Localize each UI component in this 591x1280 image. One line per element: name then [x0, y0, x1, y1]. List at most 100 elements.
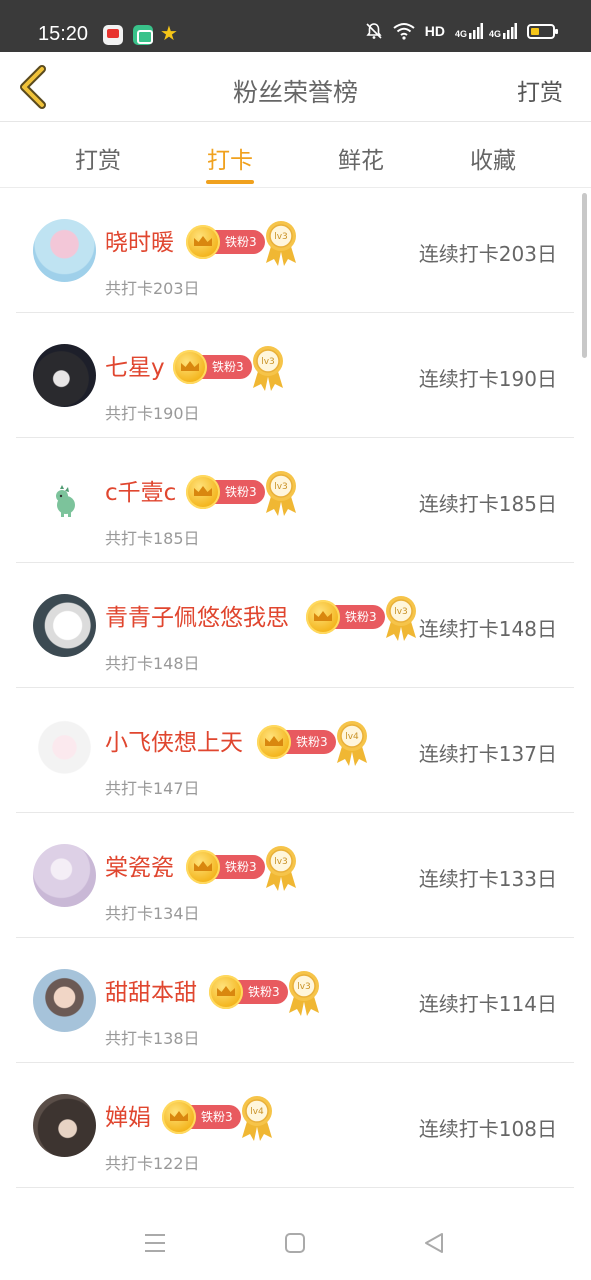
list-item[interactable]: 婵娟 铁粉3 lv4 共打卡122日 连续打卡108日: [16, 1063, 574, 1188]
user-name[interactable]: 青青子佩悠悠我思: [105, 598, 289, 632]
medal-level: lv3: [261, 357, 275, 367]
scrollbar[interactable]: [582, 193, 587, 358]
tab-flowers[interactable]: 鲜花: [311, 141, 411, 175]
medal-level: lv3: [394, 607, 408, 617]
tab-collect[interactable]: 收藏: [443, 141, 543, 175]
fan-badge: 铁粉3: [306, 600, 385, 634]
signal-icon: 4G 4G: [455, 23, 517, 39]
medal-icon: lv3: [266, 221, 296, 266]
total-checkin: 共打卡203日: [105, 279, 200, 298]
medal-level: lv3: [274, 482, 288, 492]
status-time: 15:20: [38, 23, 89, 45]
tab-bar: 打赏 打卡 鲜花 收藏: [0, 122, 591, 188]
fan-badge: 铁粉3: [186, 225, 265, 259]
medal-icon: lv3: [266, 846, 296, 891]
streak-checkin: 连续打卡190日: [418, 367, 557, 391]
streak-checkin: 连续打卡148日: [418, 617, 557, 641]
user-name[interactable]: 甜甜本甜: [105, 973, 197, 1007]
page-title: 粉丝荣誉榜: [232, 78, 358, 107]
crown-icon: [186, 475, 220, 509]
streak-checkin: 连续打卡133日: [418, 867, 557, 891]
medal-level: lv3: [274, 857, 288, 867]
total-checkin: 共打卡138日: [105, 1029, 200, 1048]
dino-icon: [56, 485, 75, 517]
user-name[interactable]: 棠瓷瓷: [105, 848, 174, 882]
tab-reward[interactable]: 打赏: [48, 141, 148, 175]
total-checkin: 共打卡185日: [105, 529, 200, 548]
crown-icon: [257, 725, 291, 759]
crown-icon: [306, 600, 340, 634]
total-checkin: 共打卡190日: [105, 404, 200, 423]
user-name[interactable]: 晓时暖: [105, 223, 174, 257]
list-item[interactable]: 棠瓷瓷 铁粉3 lv3 共打卡134日 连续打卡133日: [16, 813, 574, 938]
fan-badge: 铁粉3: [209, 975, 288, 1009]
streak-checkin: 连续打卡137日: [418, 742, 557, 766]
status-bar: 15:20 ★ HD 4G 4G: [0, 0, 591, 52]
user-name[interactable]: 七星y: [105, 348, 165, 382]
total-checkin: 共打卡148日: [105, 654, 200, 673]
medal-level: lv3: [274, 232, 288, 242]
list-item[interactable]: 小飞侠想上天 铁粉3 lv4 共打卡147日 连续打卡137日: [16, 688, 574, 813]
star-app-icon: ★: [160, 21, 178, 45]
back-triangle-icon[interactable]: [423, 1232, 445, 1254]
crown-icon: [186, 850, 220, 884]
video-app-icon: [103, 25, 123, 45]
crown-icon: [186, 225, 220, 259]
total-checkin: 共打卡134日: [105, 904, 200, 923]
avatar[interactable]: [33, 344, 96, 407]
avatar[interactable]: [33, 719, 96, 782]
system-nav-bar: [0, 1205, 591, 1280]
medal-level: lv4: [345, 732, 359, 742]
medal-icon: lv3: [386, 596, 416, 641]
wifi-icon: [393, 23, 415, 40]
streak-checkin: 连续打卡108日: [418, 1117, 557, 1141]
medal-level: lv4: [250, 1107, 264, 1117]
fan-badge: 铁粉3: [173, 350, 252, 384]
signal-label: 4G: [454, 29, 467, 39]
battery-icon: [527, 23, 558, 39]
menu-icon[interactable]: [143, 1232, 167, 1254]
total-checkin: 共打卡122日: [105, 1154, 200, 1173]
user-name[interactable]: c千壹c: [105, 473, 176, 507]
fan-badge: 铁粉3: [162, 1100, 241, 1134]
avatar[interactable]: [33, 219, 96, 282]
medal-icon: lv4: [337, 721, 367, 766]
list-item[interactable]: 甜甜本甜 铁粉3 lv3 共打卡138日 连续打卡114日: [16, 938, 574, 1063]
reward-button[interactable]: 打赏: [517, 73, 563, 107]
medal-icon: lv4: [242, 1096, 272, 1141]
home-square-icon[interactable]: [284, 1232, 306, 1254]
fan-badge: 铁粉3: [186, 475, 265, 509]
crown-icon: [173, 350, 207, 384]
list-item[interactable]: 青青子佩悠悠我思 铁粉3 lv3 共打卡148日 连续打卡148日: [16, 563, 574, 688]
list-item[interactable]: c千壹c 铁粉3 lv3 共打卡185日 连续打卡185日: [16, 438, 574, 563]
crown-icon: [162, 1100, 196, 1134]
checkin-ranking-list: 晓时暖 铁粉3 lv3 共打卡203日 连续打卡203日 七星y 铁粉3 lv3…: [16, 188, 574, 1188]
tab-active-indicator: [206, 180, 254, 184]
streak-checkin: 连续打卡185日: [418, 492, 557, 516]
user-name[interactable]: 小飞侠想上天: [105, 723, 243, 757]
avatar[interactable]: [33, 844, 96, 907]
tab-checkin[interactable]: 打卡: [180, 141, 280, 175]
fan-badge: 铁粉3: [186, 850, 265, 884]
signal-label-2: 4G: [488, 29, 501, 39]
medal-icon: lv3: [253, 346, 283, 391]
list-item[interactable]: 晓时暖 铁粉3 lv3 共打卡203日 连续打卡203日: [16, 188, 574, 313]
avatar[interactable]: [33, 469, 96, 532]
chat-app-icon: [133, 25, 153, 45]
avatar[interactable]: [33, 969, 96, 1032]
network-label: HD: [424, 23, 445, 39]
avatar[interactable]: [33, 1094, 96, 1157]
list-item[interactable]: 七星y 铁粉3 lv3 共打卡190日 连续打卡190日: [16, 313, 574, 438]
user-name[interactable]: 婵娟: [105, 1098, 151, 1132]
mute-icon: [366, 23, 382, 39]
total-checkin: 共打卡147日: [105, 779, 200, 798]
header: 粉丝荣誉榜 打赏: [0, 52, 591, 122]
status-indicators: HD 4G 4G: [365, 22, 558, 40]
medal-icon: lv3: [289, 971, 319, 1016]
medal-icon: lv3: [266, 471, 296, 516]
streak-checkin: 连续打卡203日: [418, 242, 557, 266]
crown-icon: [209, 975, 243, 1009]
avatar[interactable]: [33, 594, 96, 657]
fan-badge: 铁粉3: [257, 725, 336, 759]
medal-level: lv3: [297, 982, 311, 992]
